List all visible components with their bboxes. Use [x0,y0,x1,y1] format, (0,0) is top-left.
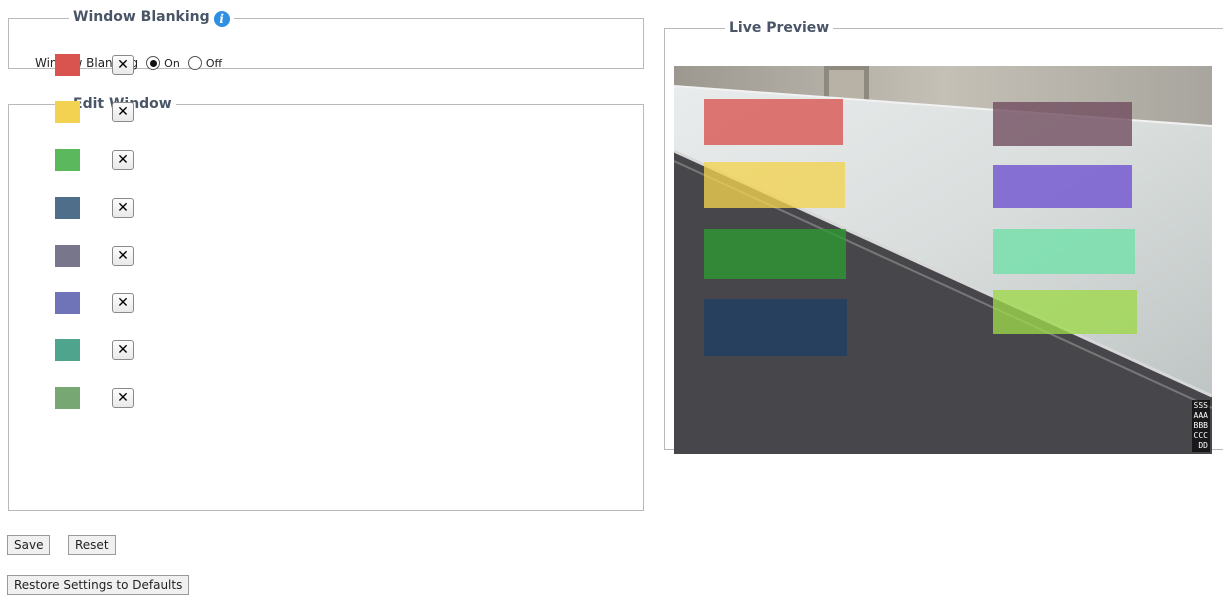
close-icon: ✕ [117,104,129,120]
blanking-window-overlay[interactable] [704,162,845,208]
window-color-swatch[interactable] [55,197,80,219]
delete-window-button[interactable]: ✕ [112,150,134,170]
osd-text: SSS AAA BBB CCC DD [1191,400,1210,452]
close-icon: ✕ [117,248,129,264]
window-color-swatch[interactable] [55,149,80,171]
delete-window-button[interactable]: ✕ [112,198,134,218]
info-icon[interactable]: i [213,11,230,27]
delete-window-button[interactable]: ✕ [112,293,134,313]
restore-defaults-button[interactable]: Restore Settings to Defaults [7,575,190,595]
save-button[interactable]: Save [7,535,51,555]
blanking-window-overlay[interactable] [993,165,1132,208]
delete-window-button[interactable]: ✕ [112,55,134,75]
blanking-window-overlay[interactable] [993,290,1137,334]
close-icon: ✕ [117,295,129,311]
window-color-swatch[interactable] [55,387,80,409]
radio-off-label: Off [205,56,223,70]
osd-line: AAA [1193,411,1208,420]
live-preview-fieldset: Live Preview SSS AAA BBB CCC DD [664,20,1223,454]
delete-window-button[interactable]: ✕ [112,340,134,360]
blanking-window-overlay[interactable] [993,102,1132,146]
window-color-swatch[interactable] [55,339,80,361]
blanking-window-overlay[interactable] [704,299,847,356]
close-icon: ✕ [117,390,129,406]
close-icon: ✕ [117,57,129,73]
blanking-window-overlay[interactable] [704,229,846,279]
osd-line: DD [1198,441,1208,450]
window-blanking-fieldset: Window Blanking i Window Blanking On Off [8,9,644,70]
window-blanking-legend: Window Blanking i [69,9,234,27]
osd-line: BBB [1193,421,1208,430]
close-icon: ✕ [117,152,129,168]
window-color-swatch[interactable] [55,245,80,267]
window-color-swatch[interactable] [55,101,80,123]
live-preview-legend: Live Preview [729,20,830,36]
window-blanking-legend-text: Window Blanking [73,9,210,25]
window-color-swatch[interactable] [55,54,80,76]
osd-line: SSS [1193,401,1208,410]
delete-window-button[interactable]: ✕ [112,102,134,122]
delete-window-button[interactable]: ✕ [112,388,134,408]
window-color-swatch[interactable] [55,292,80,314]
radio-on-label: On [164,56,180,70]
blanking-window-overlay[interactable] [993,229,1135,274]
osd-line: CCC [1193,431,1208,440]
radio-on[interactable] [146,56,161,70]
reset-button[interactable]: Reset [68,535,116,555]
live-preview-image[interactable]: SSS AAA BBB CCC DD [674,66,1212,454]
edit-window-fieldset: Edit Window ✕ ✕ ✕ ✕ ✕ ✕ ✕ ✕ [8,54,644,511]
close-icon: ✕ [117,342,129,358]
delete-window-button[interactable]: ✕ [112,246,134,266]
close-icon: ✕ [117,200,129,216]
radio-off[interactable] [187,56,202,70]
blanking-window-overlay[interactable] [704,99,843,145]
